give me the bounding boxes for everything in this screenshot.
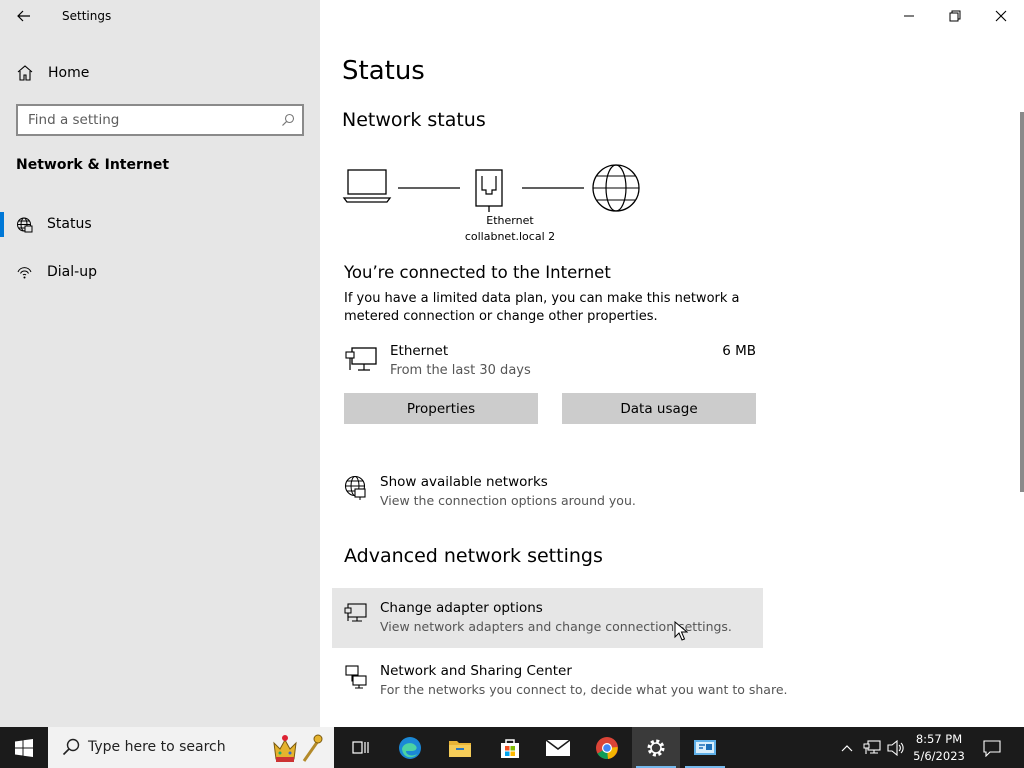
network-diagram: Ethernet collabnet.local 2 [342,162,652,252]
change-adapter-options-link[interactable]: Change adapter options View network adap… [332,588,763,648]
settings-button[interactable] [632,727,680,768]
volume-icon [887,739,904,756]
laptop-icon [342,169,392,203]
sidebar-item-label: Home [48,65,90,81]
sidebar-item-dial-up[interactable]: Dial-up [0,256,320,290]
sharing-center-icon [344,664,368,694]
task-view-button[interactable] [336,727,384,768]
minimize-icon [904,15,914,17]
volume-tray-button[interactable] [884,727,908,768]
taskbar-search-placeholder: Type here to search [88,739,226,755]
settings-icon [647,739,665,756]
taskbar: Type here to search 8:57 PM 5/6/2023 [0,727,1024,768]
dial-up-icon [16,265,33,285]
show-available-networks-link[interactable]: Show available networks View the connect… [332,462,763,522]
store-icon [501,738,519,758]
chrome-icon [596,736,618,759]
link-title: Change adapter options [380,600,543,616]
settings-search-input[interactable]: Find a setting [16,104,304,136]
close-button[interactable] [978,0,1024,32]
link-title: Network and Sharing Center [380,663,572,679]
network-tray-button[interactable] [860,727,884,768]
action-center-button[interactable] [976,727,1008,768]
chevron-up-icon [841,744,853,751]
data-usage-amount: 6 MB [722,343,756,359]
file-explorer-button[interactable] [436,727,484,768]
search-icon[interactable] [281,112,295,131]
ethernet-subtitle: From the last 30 days [390,363,531,378]
mail-button[interactable] [534,727,582,768]
microsoft-store-button[interactable] [486,727,534,768]
scrollbar[interactable] [1020,112,1024,492]
connection-status-description: If you have a limited data plan, you can… [344,291,740,324]
advanced-settings-heading: Advanced network settings [344,545,603,567]
ethernet-port-icon [475,169,503,212]
ethernet-name: Ethernet [390,343,449,359]
show-hidden-icons-button[interactable] [834,727,860,768]
back-arrow-icon [17,10,30,22]
properties-button[interactable]: Properties [344,393,538,424]
taskbar-search-box[interactable]: Type here to search [48,727,334,768]
connection-status-title: You’re connected to the Internet [344,263,611,282]
sidebar-section-title: Network & Internet [16,157,170,173]
edge-button[interactable] [386,727,434,768]
sidebar-item-label: Status [47,216,92,232]
task-view-icon [352,740,369,754]
notification-icon [983,739,1001,757]
link-subtitle: View the connection options around you. [380,493,636,508]
link-title: Show available networks [380,474,548,490]
network-name-label: collabnet.local 2 [464,230,556,243]
page-title: Status [342,56,425,86]
search-placeholder: Find a setting [28,112,120,128]
chrome-button[interactable] [583,727,631,768]
close-icon [995,10,1007,22]
main-content: Status Network status Ethernet collabnet… [320,0,1024,727]
ethernet-adapter-icon [344,346,378,378]
edge-icon [399,736,421,759]
restore-button[interactable] [932,0,978,32]
mail-icon [545,738,571,756]
clock-date: 5/6/2023 [913,749,965,763]
search-icon [62,738,80,760]
home-icon [16,64,34,86]
remote-desktop-button[interactable] [681,727,729,768]
file-explorer-icon [449,740,471,757]
window-title: Settings [62,9,112,23]
data-usage-button[interactable]: Data usage [562,393,756,424]
clock-time: 8:57 PM [915,732,963,746]
mouse-cursor [674,620,689,645]
remote-desktop-icon [694,739,716,755]
search-highlight-icon[interactable] [268,729,326,768]
back-button[interactable] [12,6,36,26]
globe-network-icon [344,475,368,505]
minimize-button[interactable] [886,0,932,32]
sidebar-item-label: Dial-up [47,264,97,280]
sidebar: Settings Home Find a setting Network & I… [0,0,320,727]
adapter-label: Ethernet [486,214,534,227]
adapter-monitor-icon [344,601,368,629]
sidebar-item-status[interactable]: Status [0,208,320,242]
link-subtitle: For the networks you connect to, decide … [380,682,788,697]
internet-globe-icon [592,164,640,212]
start-button[interactable] [0,727,48,768]
taskbar-clock[interactable]: 8:57 PM 5/6/2023 [908,731,970,765]
globe-status-icon [16,217,33,237]
network-status-heading: Network status [342,109,486,131]
sidebar-item-home[interactable]: Home [0,58,320,88]
windows-logo-icon [15,738,33,757]
network-sharing-center-link[interactable]: Network and Sharing Center For the netwo… [332,651,788,711]
restore-icon [949,10,961,22]
network-ethernet-icon [863,739,881,754]
